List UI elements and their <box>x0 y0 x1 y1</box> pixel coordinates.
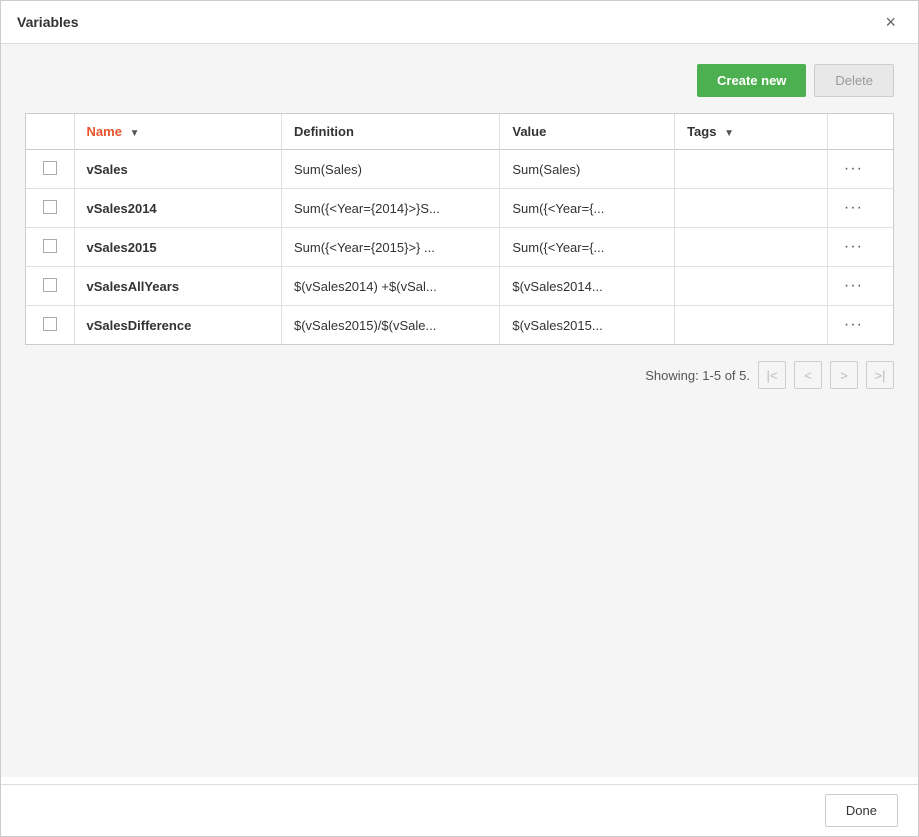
pagination: Showing: 1-5 of 5. |< < > >| <box>25 361 894 389</box>
row-tags <box>675 189 828 228</box>
row-tags <box>675 267 828 306</box>
page-prev-button[interactable]: < <box>794 361 822 389</box>
row-definition: $(vSales2015)/$(vSale... <box>281 306 499 345</box>
row-actions-cell: ··· <box>827 189 893 228</box>
table-row: vSales2015Sum({<Year={2015}>} ...Sum({<Y… <box>26 228 893 267</box>
col-header-value: Value <box>500 114 675 150</box>
row-definition: $(vSales2014) +$(vSal... <box>281 267 499 306</box>
row-definition: Sum({<Year={2014}>}S... <box>281 189 499 228</box>
row-name: vSalesAllYears <box>74 267 281 306</box>
row-checkbox-cell <box>26 189 74 228</box>
row-tags <box>675 150 828 189</box>
create-new-button[interactable]: Create new <box>697 64 806 97</box>
row-checkbox-cell <box>26 228 74 267</box>
row-actions-cell: ··· <box>827 267 893 306</box>
done-button[interactable]: Done <box>825 794 898 827</box>
page-first-button[interactable]: |< <box>758 361 786 389</box>
row-name: vSales2015 <box>74 228 281 267</box>
row-checkbox-cell <box>26 267 74 306</box>
page-last-button[interactable]: >| <box>866 361 894 389</box>
variables-dialog: Variables × Create new Delete Name ▼ <box>0 0 919 837</box>
table-row: vSalesDifference$(vSales2015)/$(vSale...… <box>26 306 893 345</box>
col-header-name[interactable]: Name ▼ <box>74 114 281 150</box>
col-header-check <box>26 114 74 150</box>
row-value: $(vSales2014... <box>500 267 675 306</box>
row-checkbox-cell <box>26 306 74 345</box>
table-row: vSalesSum(Sales)Sum(Sales)··· <box>26 150 893 189</box>
row-name: vSales2014 <box>74 189 281 228</box>
row-checkbox-cell <box>26 150 74 189</box>
close-button[interactable]: × <box>879 11 902 33</box>
row-value: Sum(Sales) <box>500 150 675 189</box>
col-header-actions <box>827 114 893 150</box>
row-checkbox[interactable] <box>43 278 57 292</box>
row-checkbox[interactable] <box>43 239 57 253</box>
delete-button: Delete <box>814 64 894 97</box>
dialog-body: Create new Delete Name ▼ Definition <box>1 44 918 777</box>
dialog-header: Variables × <box>1 1 918 44</box>
col-header-tags[interactable]: Tags ▼ <box>675 114 828 150</box>
row-name: vSales <box>74 150 281 189</box>
row-checkbox[interactable] <box>43 317 57 331</box>
row-value: $(vSales2015... <box>500 306 675 345</box>
page-next-button[interactable]: > <box>830 361 858 389</box>
name-filter-icon[interactable]: ▼ <box>130 128 140 139</box>
dialog-footer: Done <box>1 784 918 836</box>
table-row: vSales2014Sum({<Year={2014}>}S...Sum({<Y… <box>26 189 893 228</box>
row-tags <box>675 306 828 345</box>
row-actions-cell: ··· <box>827 150 893 189</box>
row-name: vSalesDifference <box>74 306 281 345</box>
row-actions-cell: ··· <box>827 306 893 345</box>
variables-table: Name ▼ Definition Value Tags ▼ <box>26 114 893 344</box>
row-actions-button[interactable]: ··· <box>840 199 867 217</box>
row-value: Sum({<Year={... <box>500 228 675 267</box>
row-checkbox[interactable] <box>43 161 57 175</box>
row-actions-button[interactable]: ··· <box>840 277 867 295</box>
row-definition: Sum({<Year={2015}>} ... <box>281 228 499 267</box>
pagination-showing: Showing: 1-5 of 5. <box>645 368 750 383</box>
row-tags <box>675 228 828 267</box>
toolbar: Create new Delete <box>25 64 894 97</box>
dialog-title: Variables <box>17 14 79 30</box>
table-row: vSalesAllYears$(vSales2014) +$(vSal...$(… <box>26 267 893 306</box>
row-value: Sum({<Year={... <box>500 189 675 228</box>
row-actions-cell: ··· <box>827 228 893 267</box>
col-header-definition: Definition <box>281 114 499 150</box>
row-actions-button[interactable]: ··· <box>840 160 867 178</box>
row-definition: Sum(Sales) <box>281 150 499 189</box>
table-header-row: Name ▼ Definition Value Tags ▼ <box>26 114 893 150</box>
table-body: vSalesSum(Sales)Sum(Sales)···vSales2014S… <box>26 150 893 345</box>
row-actions-button[interactable]: ··· <box>840 238 867 256</box>
variables-table-container: Name ▼ Definition Value Tags ▼ <box>25 113 894 345</box>
row-checkbox[interactable] <box>43 200 57 214</box>
tags-filter-icon[interactable]: ▼ <box>724 128 734 139</box>
row-actions-button[interactable]: ··· <box>840 316 867 334</box>
